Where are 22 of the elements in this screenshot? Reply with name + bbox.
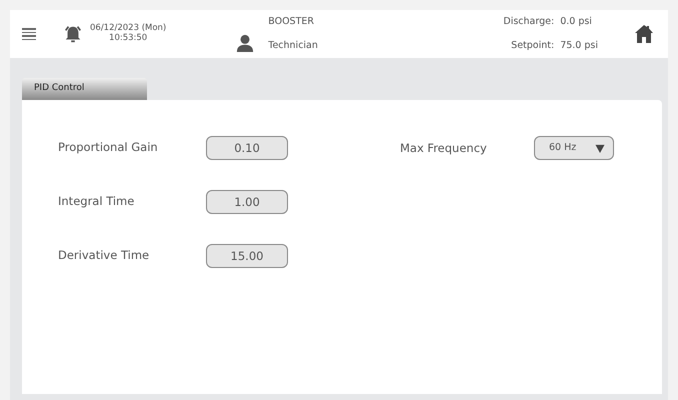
caret-icon	[595, 144, 605, 152]
tab[interactable]: PID Control	[22, 78, 147, 100]
home-icon[interactable]	[634, 24, 654, 44]
frequency-dropdown[interactable]: 60 Hz	[534, 136, 614, 160]
number-field[interactable]: 1.00	[206, 190, 288, 214]
field-label: Max Frequency	[400, 140, 488, 157]
number-field[interactable]: 15.00	[206, 244, 288, 268]
field-label: Proportional Gain	[58, 139, 159, 156]
user-icon[interactable]	[236, 34, 254, 52]
field-label: Integral Time	[58, 193, 136, 210]
reading-label: Setpoint:	[510, 39, 554, 53]
time-text: 10:53:50	[109, 33, 148, 43]
reading-label: Discharge:	[503, 14, 554, 29]
menu-icon[interactable]	[22, 28, 36, 40]
reading-value: 75.0 psi	[560, 39, 598, 53]
field-label: Derivative Time	[58, 247, 150, 264]
number-field[interactable]: 0.10	[206, 136, 288, 160]
user-role: Technician	[268, 39, 318, 53]
date-text: 06/12/2023 (Mon)	[90, 23, 166, 33]
reading-value: 0.0 psi	[560, 14, 593, 29]
station-name: BOOSTER	[268, 14, 315, 29]
bell-icon[interactable]	[62, 24, 84, 44]
